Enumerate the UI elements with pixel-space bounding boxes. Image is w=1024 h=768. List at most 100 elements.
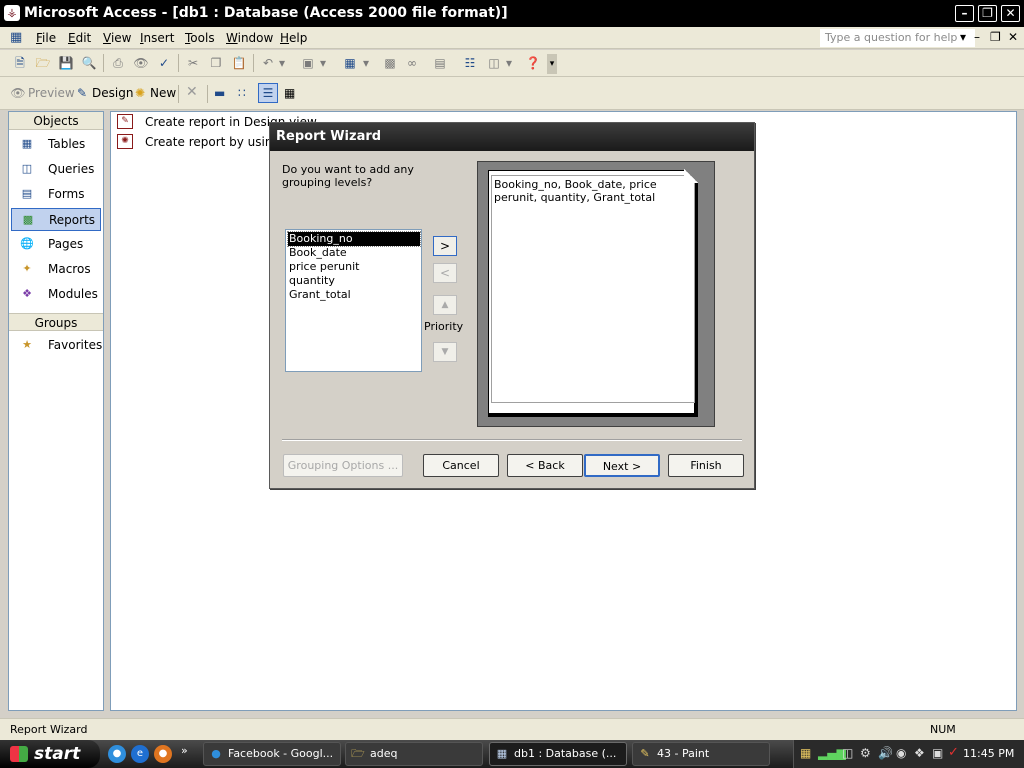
toolbar-separator	[253, 54, 254, 72]
file-search-icon[interactable]: 🔍	[79, 53, 99, 73]
office-links-dropdown-icon[interactable]: ▾	[317, 53, 329, 73]
object-queries[interactable]: ◫ Queries	[11, 158, 101, 181]
object-tables[interactable]: ▦ Tables	[11, 133, 101, 156]
doc-restore-button[interactable]: ❐	[990, 30, 1001, 44]
new-button[interactable]: ✺ New	[132, 86, 176, 100]
doc-minimize-button[interactable]: –	[974, 30, 980, 44]
spelling-icon[interactable]: ✓	[154, 53, 174, 73]
taskbar-item-facebook[interactable]: ● Facebook - Googl...	[203, 742, 341, 766]
undo-icon[interactable]: ↶	[258, 53, 278, 73]
objects-header[interactable]: Objects	[9, 112, 103, 130]
bluetooth-icon[interactable]: ◉	[896, 746, 906, 760]
paste-icon[interactable]: 📋	[229, 53, 249, 73]
cut-icon[interactable]: ✂	[183, 53, 203, 73]
help-dropdown-icon[interactable]: ▾	[960, 30, 966, 44]
design-button[interactable]: ✎ Design	[74, 86, 133, 100]
print-icon[interactable]: ⎙	[108, 53, 128, 73]
quicklaunch-more-icon[interactable]: »	[181, 744, 188, 757]
antivirus-icon[interactable]: ✓	[948, 745, 959, 760]
finish-button[interactable]: Finish	[668, 454, 744, 477]
object-forms[interactable]: ▤ Forms	[11, 183, 101, 206]
help-icon[interactable]: ❓	[523, 53, 543, 73]
arrow-up-icon: ▲	[441, 300, 449, 310]
menu-insert[interactable]: Insert	[140, 31, 174, 45]
clock[interactable]: 11:45 PM	[963, 740, 1014, 768]
menu-edit[interactable]: Edit	[68, 31, 91, 45]
field-item[interactable]: price perunit	[288, 260, 420, 274]
group-favorites[interactable]: ★ Favorites	[11, 334, 102, 357]
priority-down-button[interactable]: ▼	[433, 342, 457, 362]
object-macros[interactable]: ✦ Macros	[11, 258, 101, 281]
tray-tool-icon[interactable]: ⚙	[860, 746, 871, 760]
menu-file[interactable]: File	[36, 31, 56, 45]
start-button[interactable]: start	[0, 740, 100, 768]
object-modules[interactable]: ❖ Modules	[11, 283, 101, 306]
toolbar-separator	[178, 85, 179, 103]
tray-app-icon[interactable]: ▦	[800, 746, 811, 760]
help-question-box[interactable]: Type a question for help	[820, 29, 975, 47]
analyze-icon[interactable]: ▦	[340, 53, 360, 73]
field-item[interactable]: quantity	[288, 274, 420, 288]
access-app-icon[interactable]: ⚶	[4, 5, 20, 21]
taskbar-item-adeq[interactable]: 🗁 adeq	[345, 742, 483, 766]
volume-icon[interactable]: 🔊	[878, 746, 893, 760]
copy-icon[interactable]: ❐	[206, 53, 226, 73]
analyze-dropdown-icon[interactable]: ▾	[360, 53, 372, 73]
menu-tools[interactable]: Tools	[185, 31, 215, 45]
new-object-dropdown-icon[interactable]: ▾	[503, 53, 515, 73]
groups-header[interactable]: Groups	[9, 313, 103, 331]
table-icon: ▦	[21, 137, 33, 150]
restore-button[interactable]: ❐	[978, 5, 997, 22]
undo-dropdown-icon[interactable]: ▾	[276, 53, 288, 73]
query-icon: ◫	[21, 162, 33, 175]
minimize-button[interactable]: –	[955, 5, 974, 22]
script-icon[interactable]: ∞	[402, 53, 422, 73]
doc-close-button[interactable]: ✕	[1008, 30, 1018, 44]
grouping-preview: Booking_no, Book_date, price perunit, qu…	[477, 161, 715, 427]
print-preview-icon[interactable]: 👁	[131, 53, 151, 73]
menu-window[interactable]: Window	[226, 31, 273, 45]
field-item[interactable]: Grant_total	[288, 288, 420, 302]
object-reports[interactable]: ▩ Reports	[11, 208, 101, 231]
add-grouping-button[interactable]: >	[433, 236, 457, 256]
module-icon: ❖	[22, 287, 32, 300]
field-item[interactable]: Booking_no	[287, 231, 421, 247]
toolbar-options-icon[interactable]: ▾	[547, 54, 557, 74]
save-icon[interactable]: 💾	[56, 53, 76, 73]
properties-icon[interactable]: ▤	[430, 53, 450, 73]
list-view-icon[interactable]: ☰	[258, 83, 278, 103]
tray-settings-icon[interactable]: ❖	[914, 746, 925, 760]
large-icons-icon[interactable]: ▬	[214, 86, 225, 100]
taskbar-item-db1[interactable]: ▦ db1 : Database (...	[489, 742, 627, 766]
database-window-icon[interactable]: ▦	[10, 30, 26, 46]
menu-help[interactable]: Help	[280, 31, 307, 45]
menu-view[interactable]: View	[103, 31, 131, 45]
remove-grouping-button[interactable]: <	[433, 263, 457, 283]
grouping-options-button[interactable]: Grouping Options ...	[283, 454, 403, 477]
back-button[interactable]: < Back	[507, 454, 583, 477]
close-button[interactable]: ✕	[1001, 5, 1020, 22]
new-object-icon[interactable]: ◫	[484, 53, 504, 73]
open-icon[interactable]: 🗁	[33, 53, 53, 73]
object-pages[interactable]: 🌐 Pages	[11, 233, 101, 256]
ie-icon[interactable]: e	[131, 745, 149, 763]
report-wizard-dialog: Report Wizard Do you want to add any gro…	[269, 122, 755, 489]
field-item[interactable]: Book_date	[288, 246, 420, 260]
tray-monitor-icon[interactable]: ▣	[932, 746, 943, 760]
firefox-icon[interactable]: ●	[154, 745, 172, 763]
new-file-icon[interactable]: 🗎	[10, 53, 30, 73]
details-view-icon[interactable]: ▦	[284, 86, 295, 100]
taskbar-item-paint[interactable]: ✎ 43 - Paint	[632, 742, 770, 766]
small-icons-icon[interactable]: ∷	[238, 86, 246, 100]
cancel-button[interactable]: Cancel	[423, 454, 499, 477]
next-button[interactable]: Next >	[584, 454, 660, 477]
priority-up-button[interactable]: ▲	[433, 295, 457, 315]
preview-button[interactable]: 👁 Preview	[10, 86, 74, 100]
code-icon[interactable]: ▩	[380, 53, 400, 73]
delete-icon[interactable]: ✕	[186, 84, 198, 100]
relationships-icon[interactable]: ☷	[460, 53, 480, 73]
available-fields-list[interactable]: Booking_no Book_date price perunit quant…	[285, 229, 422, 372]
network-icon[interactable]: ◫	[842, 746, 853, 760]
chrome-icon[interactable]: ●	[108, 745, 126, 763]
office-links-icon[interactable]: ▣	[298, 53, 318, 73]
